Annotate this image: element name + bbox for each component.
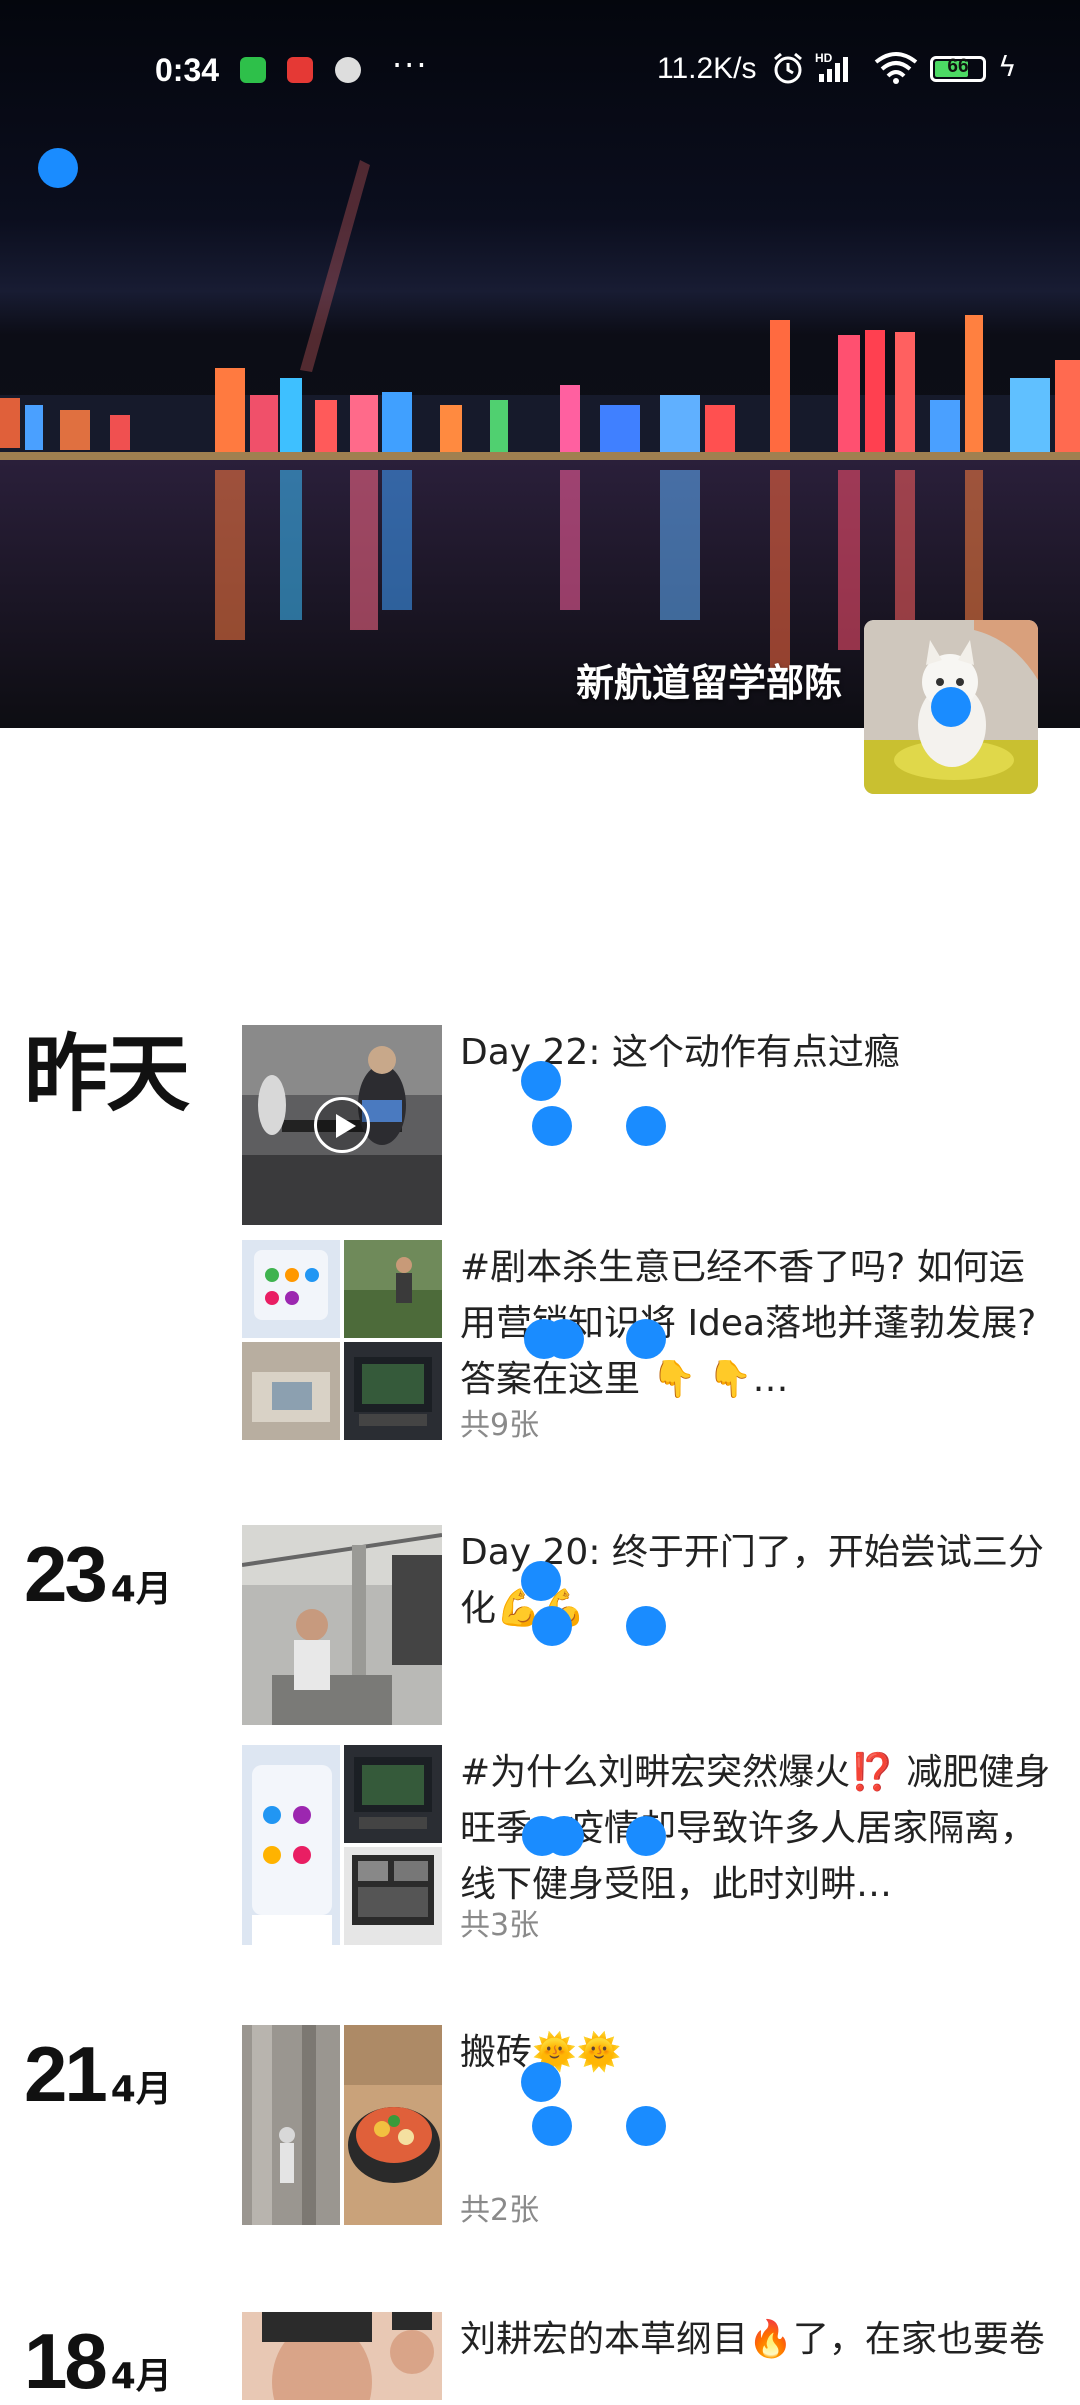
touch-marker	[532, 2106, 572, 2146]
date-month: 4月	[110, 1569, 172, 1610]
status-time: 0:34	[155, 52, 220, 88]
touch-marker	[532, 1606, 572, 1646]
post-thumbnail[interactable]	[242, 1240, 442, 1440]
touch-marker	[532, 1106, 572, 1146]
status-bar: 0:34 ··· 11.2K/s HD 66 ϟ	[0, 40, 1080, 104]
date-month: 4月	[110, 2356, 172, 2397]
touch-marker	[626, 1816, 666, 1856]
post-thumbnail[interactable]	[242, 1525, 442, 1725]
date-label: 21 4月	[24, 2035, 172, 2113]
touch-marker	[544, 1319, 584, 1359]
date-day-number: 23	[24, 1530, 108, 1618]
touch-marker	[626, 1106, 666, 1146]
app-icon	[287, 57, 313, 83]
post-thumbnail[interactable]	[242, 1025, 442, 1225]
date-label: 昨天	[24, 1025, 190, 1123]
play-icon	[314, 1097, 370, 1153]
avatar[interactable]	[864, 620, 1038, 794]
date-day-number: 18	[24, 2317, 108, 2405]
date-label: 18 4月	[24, 2322, 172, 2400]
post-thumbnail[interactable]	[242, 1745, 442, 1945]
app-icon	[335, 57, 361, 83]
svg-text:HD: HD	[815, 51, 833, 65]
touch-marker	[521, 1561, 561, 1601]
date-day-number: 21	[24, 2030, 108, 2118]
touch-marker	[521, 2062, 561, 2102]
cover-image[interactable]: 0:34 ··· 11.2K/s HD 66 ϟ 新航道留学部陈	[0, 0, 1080, 728]
post-text: 刘耕宏的本草纲目🔥了，在家也要卷	[460, 2319, 1045, 2360]
back-button[interactable]	[30, 140, 86, 196]
moment-post[interactable]: 刘耕宏的本草纲目🔥了，在家也要卷	[242, 2312, 1062, 2400]
back-icon	[38, 148, 78, 188]
touch-marker	[521, 1061, 561, 1101]
post-thumbnail[interactable]	[242, 2312, 442, 2400]
touch-marker	[626, 2106, 666, 2146]
network-speed: 11.2K/s	[657, 52, 757, 85]
image-count: 共9张	[460, 1408, 540, 1443]
city-night-skyline	[0, 160, 1080, 728]
owner-name[interactable]: 新航道留学部陈	[576, 652, 842, 707]
date-label: 23 4月	[24, 1535, 172, 1613]
touch-marker	[544, 1816, 584, 1856]
date-month: 4月	[110, 2069, 172, 2110]
battery-icon: 66	[930, 56, 986, 82]
image-count: 共2张	[460, 2193, 540, 2228]
charging-icon: ϟ	[998, 50, 1017, 83]
post-thumbnail[interactable]	[242, 2025, 442, 2225]
more-notifications-icon: ···	[392, 46, 429, 84]
image-count: 共3张	[460, 1908, 540, 1943]
touch-marker	[626, 1606, 666, 1646]
wechat-icon	[240, 57, 266, 83]
touch-marker	[626, 1319, 666, 1359]
